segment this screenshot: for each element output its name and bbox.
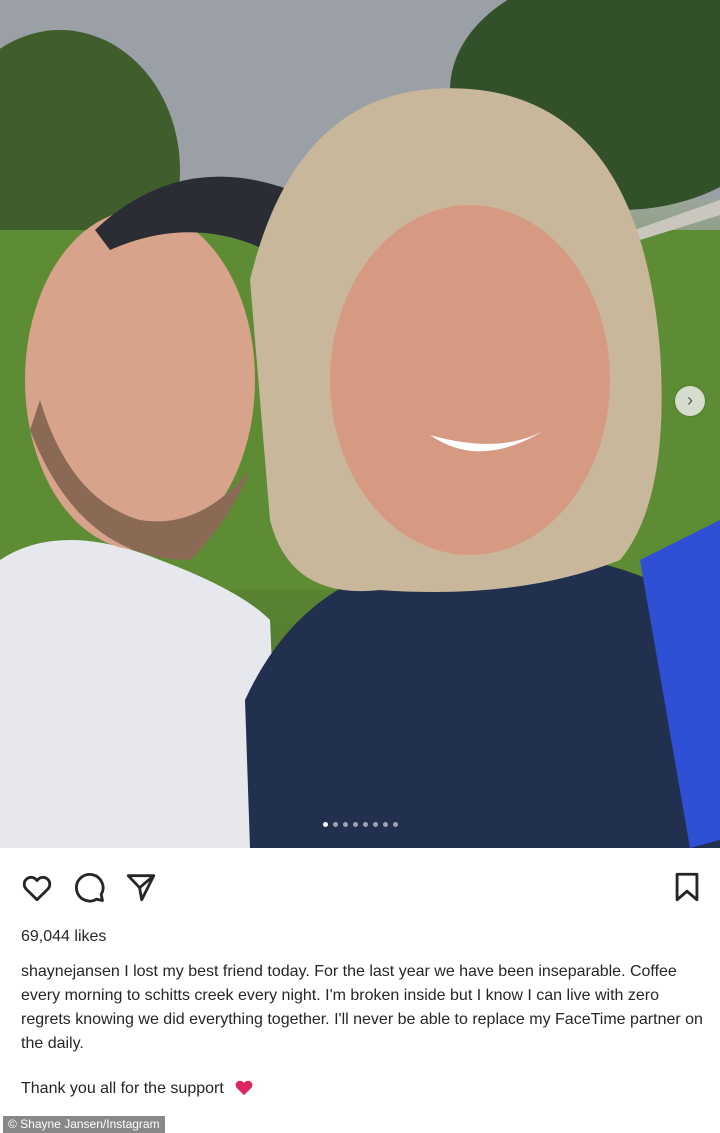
thanks-text: Thank you all for the support: [21, 1080, 224, 1097]
carousel-dot: [392, 822, 398, 827]
carousel-dot: [372, 822, 378, 827]
post-action-bar: [0, 870, 720, 910]
carousel-next-button[interactable]: ›: [675, 386, 705, 416]
carousel-dot: [382, 822, 388, 827]
like-button[interactable]: [20, 870, 54, 904]
save-button[interactable]: [670, 870, 704, 904]
paper-plane-icon: [126, 874, 156, 902]
post-caption: shaynejansen I lost my best friend today…: [21, 960, 706, 1056]
carousel-dot: [352, 822, 358, 827]
bookmark-icon: [675, 872, 699, 902]
carousel-dot: [362, 822, 368, 827]
post-photo[interactable]: ›: [0, 0, 720, 848]
comment-button[interactable]: [72, 870, 106, 904]
carousel-dot-active: [322, 822, 328, 827]
selfie-photo-illustration: [0, 0, 720, 848]
likes-count[interactable]: 69,044 likes: [21, 928, 106, 946]
comment-bubble-icon: [75, 873, 105, 903]
caption-thanks-line: Thank you all for the support: [21, 1078, 254, 1098]
caption-username[interactable]: shaynejansen: [21, 963, 120, 980]
carousel-indicator: [0, 822, 720, 827]
share-button[interactable]: [124, 870, 158, 904]
heart-outline-icon: [22, 875, 52, 902]
photo-credit: © Shayne Jansen/Instagram: [3, 1116, 165, 1133]
red-heart-emoji-icon: [235, 1080, 253, 1096]
caption-text: I lost my best friend today. For the las…: [21, 963, 703, 1052]
carousel-dot: [342, 822, 348, 827]
carousel-dot: [332, 822, 338, 827]
